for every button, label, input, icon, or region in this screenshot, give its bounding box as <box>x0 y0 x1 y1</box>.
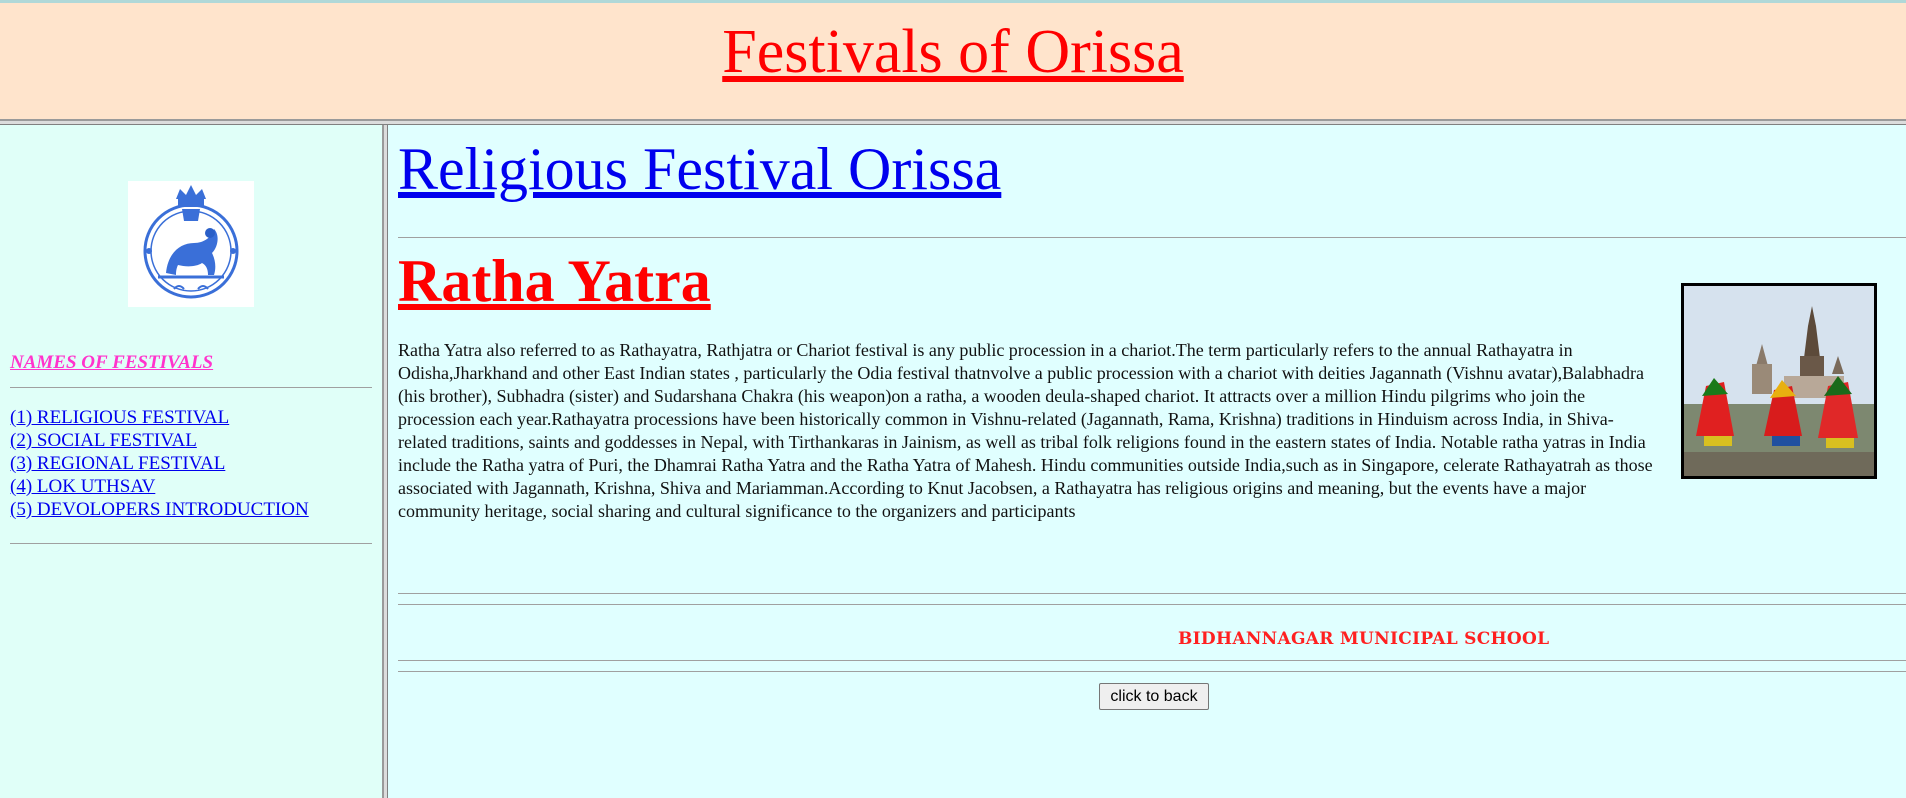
main-divider-mid <box>398 593 1906 594</box>
nav-link-regional-festival[interactable]: (3) REGIONAL FESTIVAL <box>10 453 225 474</box>
header-frame: Festivals of Orissa <box>0 3 1906 119</box>
list-item: (1) RELIGIOUS FESTIVAL <box>10 407 309 430</box>
sidebar-divider-bottom <box>10 543 372 544</box>
festival-names-heading: NAMES OF FESTIVALS <box>10 352 214 373</box>
main-divider-top <box>398 237 1906 238</box>
ratha-yatra-photo <box>1681 283 1877 479</box>
list-item: (3) REGIONAL FESTIVAL <box>10 453 309 476</box>
list-item: (4) LOK UTHSAV <box>10 476 309 499</box>
main-frame: Religious Festival Orissa Ratha Yatra Ra… <box>388 125 1906 798</box>
ratha-yatra-description: Ratha Yatra also referred to as Rathayat… <box>398 340 1653 521</box>
festival-nav-list: (1) RELIGIOUS FESTIVAL (2) SOCIAL FESTIV… <box>10 407 309 522</box>
main-divider-footer-top <box>398 604 1906 605</box>
nav-link-social-festival[interactable]: (2) SOCIAL FESTIVAL <box>10 430 197 451</box>
nav-link-religious-festival[interactable]: (1) RELIGIOUS FESTIVAL <box>10 407 229 428</box>
main-divider-footer-bottom <box>398 671 1906 672</box>
back-button[interactable]: click to back <box>1099 683 1209 710</box>
list-item: (5) DEVOLOPERS INTRODUCTION <box>10 499 309 522</box>
sidebar-divider-top <box>10 387 372 388</box>
sidebar-frame: NAMES OF FESTIVALS (1) RELIGIOUS FESTIVA… <box>0 125 382 798</box>
nav-link-developers-introduction[interactable]: (5) DEVOLOPERS INTRODUCTION <box>10 499 309 520</box>
odisha-emblem-icon <box>128 181 254 307</box>
emblem-graphic <box>143 185 239 299</box>
main-divider-footer-mid <box>398 660 1906 661</box>
site-title-link[interactable]: Festivals of Orissa <box>722 17 1184 88</box>
list-item: (2) SOCIAL FESTIVAL <box>10 430 309 453</box>
nav-link-lok-uthsav[interactable]: (4) LOK UTHSAV <box>10 476 155 497</box>
chariots-photo-graphic <box>1684 286 1874 476</box>
page-heading-link[interactable]: Religious Festival Orissa <box>398 135 1001 204</box>
school-name: BIDHANNAGAR MUNICIPAL SCHOOL <box>1178 629 1550 649</box>
section-title: Ratha Yatra <box>398 248 711 314</box>
